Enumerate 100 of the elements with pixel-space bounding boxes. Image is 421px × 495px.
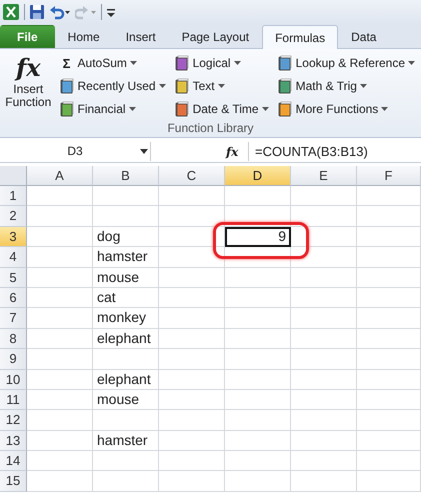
insert-function-button[interactable]: fx Insert Function	[0, 53, 57, 121]
table-cell[interactable]	[357, 390, 421, 410]
table-cell[interactable]	[225, 308, 291, 329]
table-cell[interactable]	[291, 288, 357, 308]
table-cell[interactable]	[159, 186, 225, 206]
table-cell[interactable]	[93, 471, 159, 492]
table-cell[interactable]	[225, 410, 291, 431]
table-cell[interactable]	[27, 226, 93, 248]
function-menu-button[interactable]: Σ AutoSum	[56, 53, 168, 73]
table-cell[interactable]	[159, 410, 225, 431]
column-header[interactable]: F	[357, 166, 421, 186]
table-cell[interactable]: mouse	[93, 390, 159, 410]
function-menu-button[interactable]: Recently Used	[56, 76, 168, 96]
caret-icon[interactable]	[140, 149, 148, 154]
table-cell[interactable]	[159, 268, 225, 288]
row-header[interactable]: 11	[0, 390, 27, 410]
table-cell[interactable]	[27, 390, 93, 410]
row-header[interactable]: 5	[0, 268, 27, 288]
table-cell[interactable]	[27, 410, 93, 431]
ribbon-tab[interactable]: Data	[338, 25, 390, 48]
table-cell[interactable]	[357, 370, 421, 390]
table-cell[interactable]	[225, 206, 291, 227]
table-cell[interactable]: dog	[93, 226, 159, 248]
table-cell[interactable]	[357, 430, 421, 452]
table-cell[interactable]	[357, 328, 421, 350]
undo-icon[interactable]	[49, 4, 71, 20]
function-menu-button[interactable]: More Functions	[274, 99, 417, 119]
excel-icon[interactable]	[2, 3, 20, 21]
table-cell[interactable]	[159, 349, 225, 370]
row-header[interactable]: 1	[0, 186, 27, 206]
function-menu-button[interactable]: Logical	[172, 53, 271, 73]
table-cell[interactable]	[357, 451, 421, 472]
function-menu-button[interactable]: Lookup & Reference	[274, 53, 417, 73]
table-cell[interactable]	[291, 328, 357, 350]
table-cell[interactable]: monkey	[93, 308, 159, 329]
row-header[interactable]: 9	[0, 349, 27, 370]
row-header[interactable]: 3	[0, 226, 27, 248]
function-menu-button[interactable]: Date & Time	[172, 99, 271, 119]
table-cell[interactable]	[357, 186, 421, 206]
table-cell[interactable]	[27, 206, 93, 227]
table-cell[interactable]	[291, 308, 357, 329]
table-cell[interactable]	[27, 451, 93, 472]
table-cell[interactable]	[27, 186, 93, 206]
table-cell[interactable]	[225, 451, 291, 472]
table-cell[interactable]	[225, 390, 291, 410]
column-header[interactable]: B	[93, 166, 159, 186]
table-cell[interactable]	[27, 247, 93, 268]
column-header[interactable]: E	[291, 166, 357, 186]
insert-function-icon[interactable]: fx	[226, 144, 248, 158]
table-cell[interactable]	[27, 430, 93, 452]
table-cell[interactable]	[159, 328, 225, 350]
table-cell[interactable]: hamster	[93, 430, 159, 452]
table-cell[interactable]	[357, 410, 421, 431]
row-header[interactable]: 6	[0, 288, 27, 308]
table-cell[interactable]	[225, 328, 291, 350]
table-cell[interactable]	[159, 206, 225, 227]
table-cell[interactable]	[291, 370, 357, 390]
function-menu-button[interactable]: Text	[172, 76, 271, 96]
column-header[interactable]: A	[27, 166, 93, 186]
table-cell[interactable]	[357, 206, 421, 227]
ribbon-tab[interactable]: Insert	[112, 25, 169, 48]
table-cell[interactable]	[93, 206, 159, 227]
row-header[interactable]: 4	[0, 247, 27, 268]
table-cell[interactable]: cat	[93, 288, 159, 308]
function-menu-button[interactable]: Financial	[56, 99, 168, 119]
ribbon-tab[interactable]: Formulas	[262, 25, 338, 49]
table-cell[interactable]	[27, 288, 93, 308]
table-cell[interactable]	[27, 471, 93, 492]
table-cell[interactable]	[291, 268, 357, 288]
table-cell[interactable]: 9	[225, 226, 291, 248]
row-header[interactable]: 15	[0, 471, 27, 492]
table-cell[interactable]	[357, 226, 421, 248]
ribbon-tab[interactable]: Page Layout	[168, 25, 262, 48]
table-cell[interactable]	[159, 430, 225, 452]
table-cell[interactable]	[93, 349, 159, 370]
table-cell[interactable]: elephant	[93, 328, 159, 350]
table-cell[interactable]	[291, 390, 357, 410]
select-all-corner[interactable]	[0, 166, 27, 186]
table-cell[interactable]: elephant	[93, 370, 159, 390]
ribbon-tab[interactable]: Home	[54, 25, 113, 48]
table-cell[interactable]	[291, 451, 357, 472]
table-cell[interactable]: hamster	[93, 247, 159, 268]
table-cell[interactable]	[357, 308, 421, 329]
table-cell[interactable]	[225, 370, 291, 390]
table-cell[interactable]	[225, 247, 291, 268]
table-cell[interactable]	[225, 186, 291, 206]
column-header[interactable]: C	[159, 166, 225, 186]
table-cell[interactable]	[27, 328, 93, 350]
row-header[interactable]: 13	[0, 430, 27, 452]
table-cell[interactable]	[27, 308, 93, 329]
row-header[interactable]: 12	[0, 410, 27, 431]
table-cell[interactable]	[225, 430, 291, 452]
table-cell[interactable]	[357, 288, 421, 308]
table-cell[interactable]: mouse	[93, 268, 159, 288]
table-cell[interactable]	[357, 349, 421, 370]
column-header[interactable]: D	[225, 166, 291, 186]
table-cell[interactable]	[27, 349, 93, 370]
row-header[interactable]: 10	[0, 370, 27, 390]
function-menu-button[interactable]: Math & Trig	[274, 76, 417, 96]
table-cell[interactable]	[291, 471, 357, 492]
